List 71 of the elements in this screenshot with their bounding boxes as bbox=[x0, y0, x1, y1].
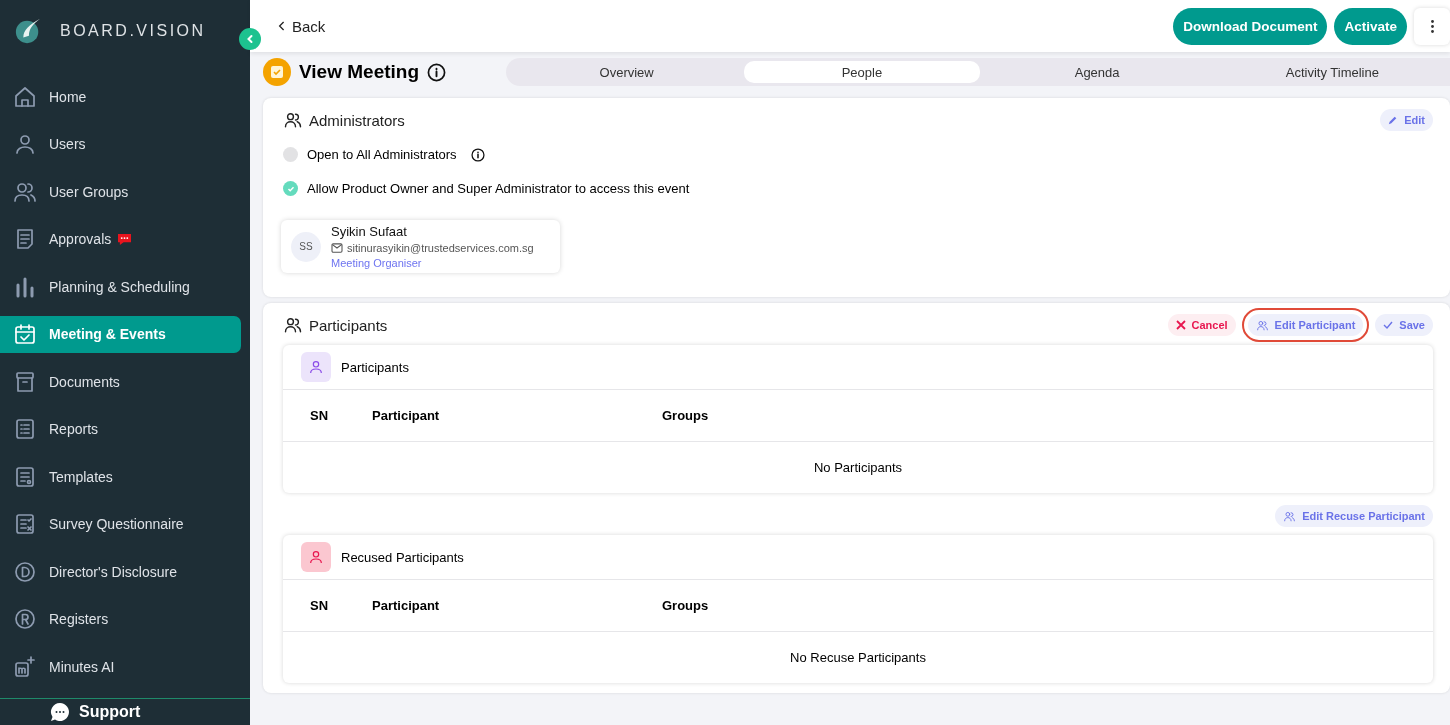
support-button[interactable]: Support bbox=[0, 697, 250, 725]
template-icon bbox=[13, 464, 37, 489]
letter-r-icon bbox=[13, 607, 37, 632]
pencil-icon bbox=[1388, 115, 1399, 125]
chevron-left-icon bbox=[245, 34, 255, 44]
column-header: Groups bbox=[662, 598, 710, 613]
person-name: Syikin Sufaat bbox=[331, 224, 408, 239]
edit-recuse-button[interactable]: Edit Recuse Participant bbox=[1275, 505, 1433, 527]
sidebar-item[interactable]: Home bbox=[0, 78, 241, 116]
sidebar-item[interactable]: Users bbox=[0, 125, 241, 163]
radio-button[interactable] bbox=[283, 147, 298, 162]
user-icon bbox=[13, 132, 37, 157]
sparkle-document-icon bbox=[13, 654, 37, 679]
option-label: Open to All Administrators bbox=[307, 147, 457, 162]
cancel-button[interactable]: Cancel bbox=[1167, 314, 1236, 336]
column-header: Participant bbox=[372, 408, 441, 423]
users-icon bbox=[1255, 318, 1269, 332]
tab[interactable]: People bbox=[744, 61, 980, 83]
back-link[interactable]: Back bbox=[278, 17, 326, 35]
sidebar-item[interactable]: Survey Questionnaire bbox=[0, 505, 241, 543]
sidebar-item[interactable]: Registers bbox=[0, 600, 241, 638]
close-icon bbox=[1175, 320, 1186, 330]
brand-name: BOARD.VISION bbox=[60, 22, 206, 40]
check-icon bbox=[1383, 320, 1394, 330]
empty-message: No Recuse Participants bbox=[790, 650, 926, 665]
tab[interactable]: Activity Timeline bbox=[1214, 61, 1450, 83]
person-email: sitinurasyikin@trustedservices.com.sg bbox=[347, 242, 534, 254]
users-icon bbox=[283, 110, 303, 130]
sidebar-item[interactable]: Templates bbox=[0, 458, 241, 496]
column-header: Participant bbox=[372, 598, 441, 613]
sidebar-item[interactable]: Minutes AI bbox=[0, 648, 241, 686]
tab[interactable]: Agenda bbox=[979, 61, 1215, 83]
radio-button[interactable] bbox=[283, 181, 298, 196]
user-icon bbox=[301, 542, 331, 572]
letter-d-icon bbox=[13, 559, 37, 584]
empty-message: No Participants bbox=[813, 460, 903, 475]
sidebar-item[interactable]: Documents bbox=[0, 363, 241, 401]
sidebar-item[interactable]: Director's Disclosure bbox=[0, 553, 241, 591]
sidebar-item[interactable]: Approvals bbox=[0, 220, 241, 258]
section-title: Administrators bbox=[309, 111, 405, 129]
more-icon bbox=[1429, 18, 1435, 34]
users-icon bbox=[283, 315, 303, 335]
calendar-check-icon bbox=[13, 322, 37, 347]
chat-icon bbox=[50, 701, 70, 722]
list-icon bbox=[13, 417, 37, 442]
tab[interactable]: Overview bbox=[509, 61, 745, 83]
user-icon bbox=[301, 352, 331, 382]
column-header: SN bbox=[310, 598, 330, 613]
save-button[interactable]: Save bbox=[1375, 314, 1433, 336]
edit-button[interactable]: Edit bbox=[1380, 109, 1433, 131]
sidebar-item[interactable]: Reports bbox=[0, 410, 241, 448]
section-title: Participants bbox=[309, 316, 388, 334]
archive-icon bbox=[13, 369, 37, 394]
info-icon bbox=[427, 62, 446, 82]
more-button[interactable] bbox=[1414, 7, 1450, 45]
person-role: Meeting Organiser bbox=[331, 257, 423, 269]
table-title: Recused Participants bbox=[341, 549, 464, 565]
table-title: Participants bbox=[341, 359, 409, 375]
column-header: SN bbox=[310, 408, 330, 423]
mail-icon bbox=[331, 243, 343, 253]
calendar-badge-icon bbox=[263, 58, 291, 86]
sidebar-item[interactable]: Planning & Scheduling bbox=[0, 268, 241, 306]
sidebar-item[interactable]: User Groups bbox=[0, 173, 241, 211]
column-header: Groups bbox=[662, 408, 710, 423]
home-icon bbox=[13, 84, 37, 109]
option-label: Allow Product Owner and Super Administrator to access this event bbox=[307, 181, 690, 196]
checklist-icon bbox=[13, 512, 37, 537]
users-icon bbox=[1283, 509, 1297, 523]
avatar: SS bbox=[291, 231, 321, 262]
chevron-left-icon bbox=[278, 20, 286, 32]
page-title: View Meeting bbox=[299, 61, 419, 83]
